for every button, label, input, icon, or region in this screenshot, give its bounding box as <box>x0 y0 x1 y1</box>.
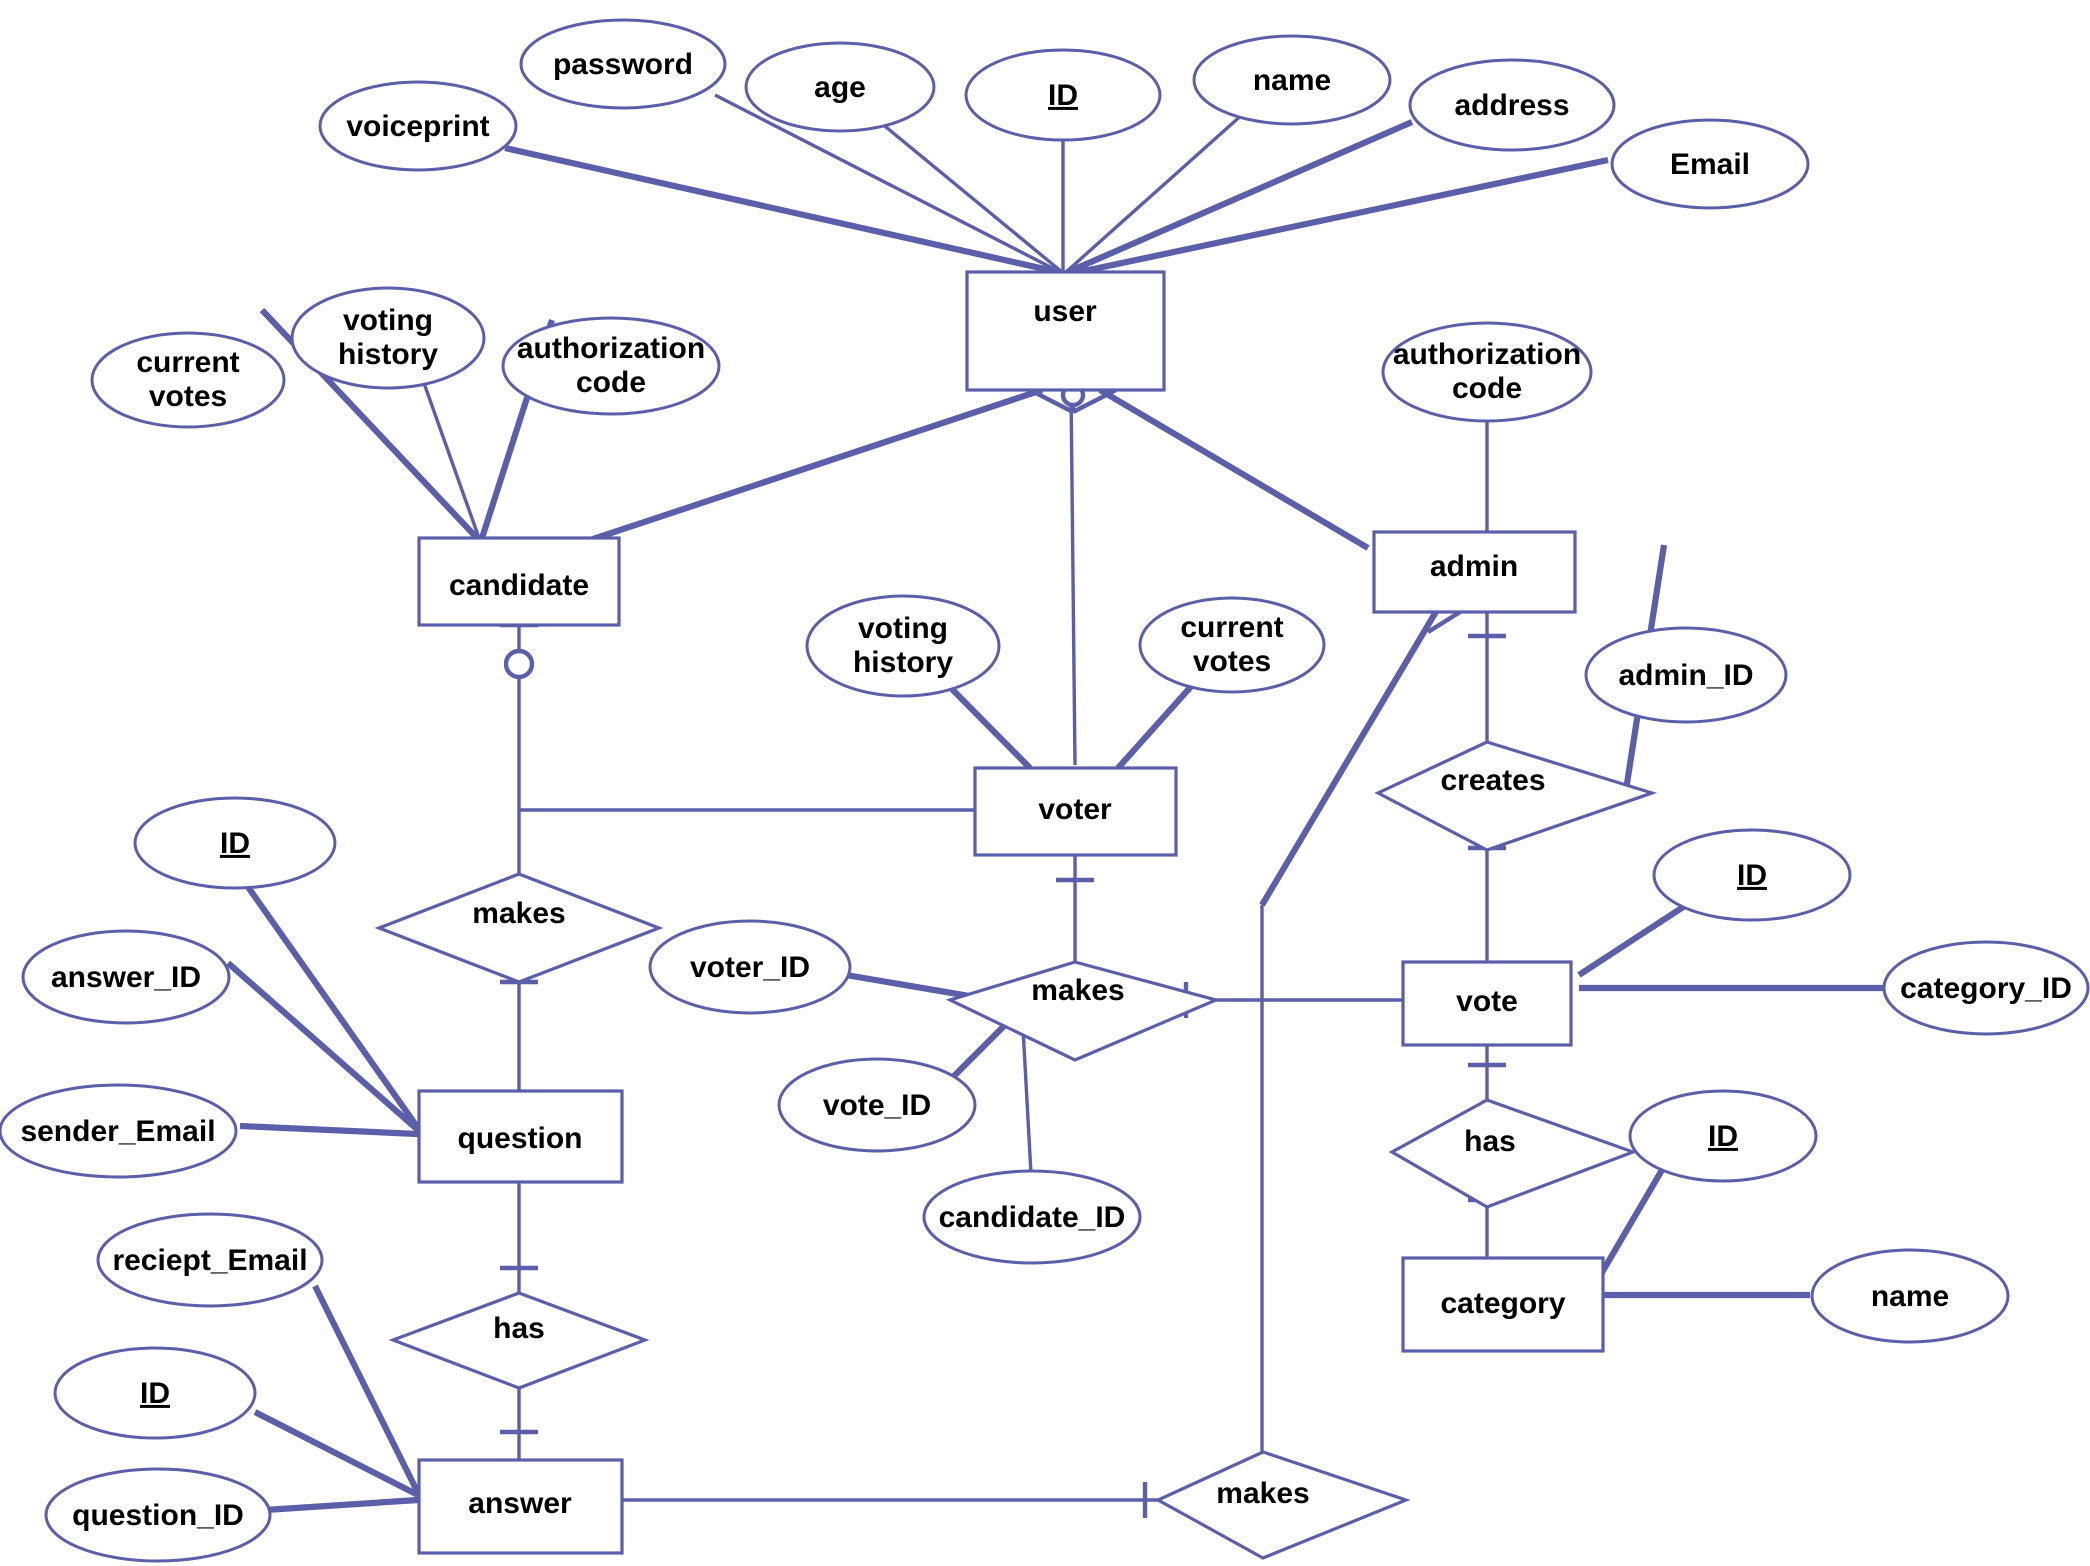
entity-user-box[interactable] <box>965 270 1166 392</box>
line-answer-reciept-email <box>312 1284 421 1495</box>
optional-circle-candidate <box>503 648 535 680</box>
attribute-user-id[interactable]: ID <box>964 48 1162 142</box>
attribute-makes-candidate-id-label: candidate_ID <box>939 1201 1126 1234</box>
attribute-vote-id-label: ID <box>1737 859 1767 892</box>
attribute-category-name[interactable]: name <box>1810 1248 2010 1344</box>
relationship-makes-candidate-question-label: makes <box>472 897 565 930</box>
entity-question-label: question <box>458 1122 583 1155</box>
relationship-has-question-answer-label: has <box>493 1312 545 1345</box>
attribute-user-voiceprint-label: voiceprint <box>346 110 489 143</box>
attribute-answer-id-label: ID <box>140 1377 170 1410</box>
attribute-voter-voting-history[interactable]: voting history <box>805 594 1001 698</box>
attribute-makes-voter-id[interactable]: voter_ID <box>648 919 852 1015</box>
line-question-id <box>233 868 421 1130</box>
relationship-creates-admin-vote[interactable]: creates <box>1374 740 1658 852</box>
attribute-candidate-current-votes-label: current votes <box>136 346 239 413</box>
attribute-makes-candidate-id[interactable]: candidate_ID <box>922 1169 1142 1265</box>
entity-admin-label: admin <box>1430 550 1518 583</box>
line-voter-voting-history <box>937 674 1033 771</box>
attribute-category-id[interactable]: ID <box>1628 1089 1818 1183</box>
line-answer-id <box>253 1409 420 1498</box>
attribute-user-id-label: ID <box>1048 79 1078 112</box>
attribute-user-email-label: Email <box>1670 148 1750 181</box>
attribute-creates-admin-id[interactable]: admin_ID <box>1584 626 1788 724</box>
entity-vote-label: vote <box>1456 985 1518 1018</box>
relationship-makes-voter-vote[interactable]: makes <box>945 960 1221 1062</box>
relationship-makes-admin-answer-label: makes <box>1216 1477 1309 1510</box>
relationship-makes-voter-vote-label: makes <box>1031 974 1124 1007</box>
attribute-question-sender-email[interactable]: sender_Email <box>0 1083 238 1179</box>
attribute-user-password[interactable]: password <box>519 18 727 110</box>
attribute-makes-voter-id-label: voter_ID <box>690 951 810 984</box>
line-user-email <box>1069 156 1609 278</box>
er-diagram-svg: user candidate voter admin question answ… <box>0 18 2090 1563</box>
entity-voter-label: voter <box>1038 793 1112 826</box>
attribute-category-id-label: ID <box>1708 1120 1738 1153</box>
attribute-user-age-label: age <box>814 71 866 104</box>
attribute-answer-question-id-label: question_ID <box>72 1499 244 1532</box>
relationship-has-vote-category[interactable]: has <box>1388 1098 1638 1209</box>
attribute-user-name[interactable]: name <box>1192 34 1392 126</box>
line-answer-question-id <box>264 1496 419 1514</box>
attribute-user-voiceprint[interactable]: voiceprint <box>318 80 518 172</box>
attribute-vote-category-id[interactable]: category_ID <box>1882 940 2090 1036</box>
entity-answer-label: answer <box>468 1487 572 1520</box>
attribute-answer-reciept-email[interactable]: reciept_Email <box>96 1212 324 1308</box>
entity-candidate-label: candidate <box>449 569 589 602</box>
attribute-answer-question-id[interactable]: question_ID <box>44 1467 272 1563</box>
attribute-voter-current-votes[interactable]: current votes <box>1138 596 1326 694</box>
attribute-user-address[interactable]: address <box>1408 58 1616 152</box>
attribute-voter-current-votes-label: current votes <box>1180 611 1283 678</box>
attribute-candidate-voting-history-label: voting history <box>338 304 438 371</box>
attribute-candidate-current-votes[interactable]: current votes <box>90 331 286 429</box>
entity-vote[interactable]: vote <box>1401 960 1573 1047</box>
relationship-has-vote-category-label: has <box>1464 1125 1516 1158</box>
attribute-vote-category-id-label: category_ID <box>1900 972 2072 1005</box>
cardinality-marks <box>500 382 1506 1518</box>
line-user-admin <box>1098 387 1370 551</box>
attribute-creates-admin-id-label: admin_ID <box>1618 659 1753 692</box>
attribute-vote-id[interactable]: ID <box>1652 828 1852 922</box>
entity-user-label: user <box>1033 295 1097 328</box>
attribute-question-id-label: ID <box>220 827 250 860</box>
entity-candidate[interactable]: candidate <box>417 536 621 627</box>
line-user-address <box>1066 119 1414 275</box>
attribute-question-answer-id[interactable]: answer_ID <box>21 929 231 1025</box>
attribute-candidate-voting-history[interactable]: voting history <box>290 286 486 390</box>
entity-answer[interactable]: answer <box>417 1458 624 1555</box>
entity-voter[interactable]: voter <box>973 766 1178 857</box>
entity-question[interactable]: question <box>417 1089 624 1184</box>
attribute-category-name-label: name <box>1871 1280 1949 1313</box>
entity-admin[interactable]: admin <box>1372 530 1577 614</box>
attribute-question-answer-id-label: answer_ID <box>51 961 201 994</box>
attribute-makes-vote-id-label: vote_ID <box>823 1089 931 1122</box>
attribute-question-sender-email-label: sender_Email <box>20 1115 215 1148</box>
attribute-user-name-label: name <box>1253 64 1331 97</box>
relationship-has-question-answer[interactable]: has <box>388 1291 650 1390</box>
entity-user[interactable]: user <box>965 270 1166 392</box>
attribute-admin-auth-code[interactable]: authorization code <box>1381 321 1593 423</box>
attribute-makes-vote-id[interactable]: vote_ID <box>777 1057 977 1153</box>
attribute-user-age[interactable]: age <box>744 41 936 133</box>
relationship-makes-admin-answer[interactable]: makes <box>1154 1450 1411 1560</box>
attribute-user-address-label: address <box>1454 89 1569 122</box>
attribute-candidate-auth-code[interactable]: authorization code <box>501 316 721 416</box>
er-diagram-canvas: user candidate voter admin question answ… <box>0 0 2090 1566</box>
line-user-voter <box>1069 389 1077 766</box>
relationship-makes-candidate-question[interactable]: makes <box>374 872 664 984</box>
line-question-sender-email <box>239 1122 419 1138</box>
line-user-candidate <box>574 387 1043 548</box>
attribute-user-email[interactable]: Email <box>1610 118 1810 210</box>
attribute-user-password-label: password <box>553 48 693 81</box>
entity-category-label: category <box>1440 1287 1565 1320</box>
attribute-voter-voting-history-label: voting history <box>853 612 953 679</box>
attribute-answer-id[interactable]: ID <box>53 1346 257 1440</box>
attribute-answer-reciept-email-label: reciept_Email <box>112 1244 307 1277</box>
attribute-question-id[interactable]: ID <box>133 796 337 890</box>
relationship-creates-admin-vote-label: creates <box>1440 764 1545 797</box>
entity-category[interactable]: category <box>1401 1256 1605 1353</box>
line-user-voiceprint <box>504 144 1059 276</box>
